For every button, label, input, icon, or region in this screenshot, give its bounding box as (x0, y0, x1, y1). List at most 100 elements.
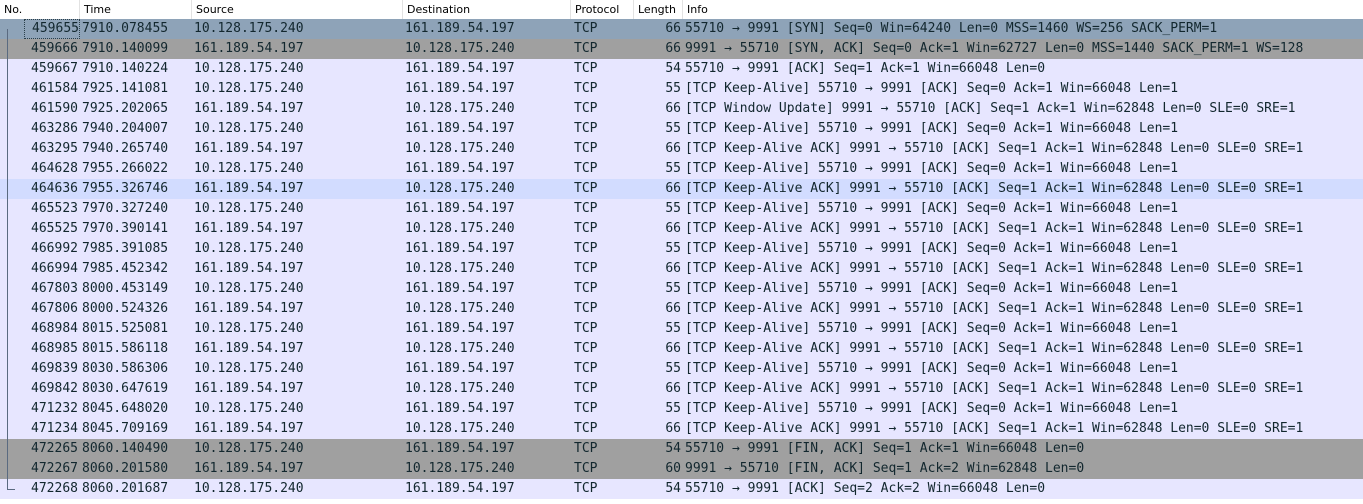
packet-row[interactable]: 466992 7985.391085 10.128.175.240 161.189.5… (0, 239, 1363, 259)
packet-number: 468984 (31, 321, 78, 336)
column-header-no[interactable]: No. (0, 0, 80, 19)
packet-info: 9991 → 55710 [FIN, ACK] Seq=1 Ack=2 Win=… (685, 461, 1085, 476)
packet-info: [TCP Keep-Alive ACK] 9991 → 55710 [ACK] … (685, 221, 1304, 236)
packet-length: 55 (665, 401, 681, 416)
packet-protocol: TCP (574, 401, 598, 416)
packet-row[interactable]: 461584 7925.141081 10.128.175.240 161.189.5… (0, 79, 1363, 99)
packet-row[interactable]: 469842 8030.647619 161.189.54.197 10.128.17… (0, 379, 1363, 399)
packet-info: 55710 → 9991 [ACK] Seq=2 Ack=2 Win=66048… (685, 481, 1046, 496)
packet-source: 161.189.54.197 (194, 141, 304, 156)
packet-row[interactable]: 463295 7940.265740 161.189.54.197 10.128.17… (0, 139, 1363, 159)
packet-number: 472265 (31, 441, 78, 456)
packet-row[interactable]: 471234 8045.709169 161.189.54.197 10.128.17… (0, 419, 1363, 439)
packet-length: 60 (665, 461, 681, 476)
packet-destination: 161.189.54.197 (405, 321, 515, 336)
packet-info: 55710 → 9991 [ACK] Seq=1 Ack=1 Win=66048… (685, 61, 1046, 76)
packet-source: 10.128.175.240 (194, 201, 304, 216)
packet-info: [TCP Keep-Alive ACK] 9991 → 55710 [ACK] … (685, 181, 1304, 196)
packet-destination: 161.189.54.197 (405, 121, 515, 136)
packet-source: 161.189.54.197 (194, 301, 304, 316)
packet-row[interactable]: 468985 8015.586118 161.189.54.197 10.128.17… (0, 339, 1363, 359)
packet-source: 10.128.175.240 (194, 21, 304, 36)
packet-time: 7955.326746 (82, 181, 169, 196)
packet-protocol: TCP (574, 141, 598, 156)
packet-protocol: TCP (574, 441, 598, 456)
packet-number: 461584 (31, 81, 78, 96)
packet-protocol: TCP (574, 181, 598, 196)
packet-source: 10.128.175.240 (194, 241, 304, 256)
packet-source: 10.128.175.240 (194, 401, 304, 416)
packet-row[interactable]: 472267 8060.201580 161.189.54.197 10.128.17… (0, 459, 1363, 479)
column-header-length[interactable]: Length (634, 0, 683, 19)
column-header-destination[interactable]: Destination (403, 0, 571, 19)
packet-number: 468985 (31, 341, 78, 356)
packet-protocol: TCP (574, 161, 598, 176)
packet-source: 10.128.175.240 (194, 121, 304, 136)
packet-time: 7970.327240 (82, 201, 169, 216)
packet-number: 464636 (31, 181, 78, 196)
packet-info: [TCP Keep-Alive ACK] 9991 → 55710 [ACK] … (685, 141, 1304, 156)
packet-protocol: TCP (574, 101, 598, 116)
packet-time: 7955.266022 (82, 161, 169, 176)
packet-number: 465523 (31, 201, 78, 216)
packet-row[interactable]: 471232 8045.648020 10.128.175.240 161.189.5… (0, 399, 1363, 419)
packet-row[interactable]: 465525 7970.390141 161.189.54.197 10.128.17… (0, 219, 1363, 239)
packet-row[interactable]: 466994 7985.452342 161.189.54.197 10.128.17… (0, 259, 1363, 279)
packet-info: [TCP Keep-Alive] 55710 → 9991 [ACK] Seq=… (685, 121, 1179, 136)
packet-destination: 10.128.175.240 (405, 181, 515, 196)
packet-destination: 161.189.54.197 (405, 201, 515, 216)
packet-time: 8045.709169 (82, 421, 169, 436)
packet-number: 467803 (31, 281, 78, 296)
packet-source: 161.189.54.197 (194, 261, 304, 276)
packet-length: 66 (665, 141, 681, 156)
packet-protocol: TCP (574, 81, 598, 96)
packet-destination: 161.189.54.197 (405, 361, 515, 376)
packet-row[interactable]: 461590 7925.202065 161.189.54.197 10.128.17… (0, 99, 1363, 119)
packet-time: 7910.078455 (82, 21, 169, 36)
packet-info: [TCP Keep-Alive] 55710 → 9991 [ACK] Seq=… (685, 401, 1179, 416)
column-header-source[interactable]: Source (192, 0, 403, 19)
packet-info: 9991 → 55710 [SYN, ACK] Seq=0 Ack=1 Win=… (685, 41, 1304, 56)
packet-row[interactable]: 467806 8000.524326 161.189.54.197 10.128.17… (0, 299, 1363, 319)
packet-source: 10.128.175.240 (194, 81, 304, 96)
packet-number: 472267 (31, 461, 78, 476)
packet-protocol: TCP (574, 241, 598, 256)
packet-time: 8015.525081 (82, 321, 169, 336)
packet-row[interactable]: 472265 8060.140490 10.128.175.240 161.189.5… (0, 439, 1363, 459)
packet-number: 466994 (31, 261, 78, 276)
packet-source: 161.189.54.197 (194, 421, 304, 436)
column-header-info[interactable]: Info (683, 0, 1363, 19)
packet-destination: 161.189.54.197 (405, 21, 515, 36)
packet-length: 66 (665, 101, 681, 116)
packet-source: 161.189.54.197 (194, 101, 304, 116)
packet-info: [TCP Keep-Alive] 55710 → 9991 [ACK] Seq=… (685, 161, 1179, 176)
packet-time: 8030.647619 (82, 381, 169, 396)
packet-number: 463286 (31, 121, 78, 136)
packet-row[interactable]: 464628 7955.266022 10.128.175.240 161.189.5… (0, 159, 1363, 179)
packet-source: 10.128.175.240 (194, 281, 304, 296)
packet-number: 469842 (31, 381, 78, 396)
packet-row[interactable]: 459667 7910.140224 10.128.175.240 161.189.5… (0, 59, 1363, 79)
packet-row[interactable]: 472268 8060.201687 10.128.175.240 161.189.5… (0, 479, 1363, 499)
packet-row[interactable]: 463286 7940.204007 10.128.175.240 161.189.5… (0, 119, 1363, 139)
packet-row[interactable]: 468984 8015.525081 10.128.175.240 161.189.5… (0, 319, 1363, 339)
packet-row[interactable]: 467803 8000.453149 10.128.175.240 161.189.5… (0, 279, 1363, 299)
packet-protocol: TCP (574, 221, 598, 236)
packet-protocol: TCP (574, 201, 598, 216)
packet-length: 55 (665, 281, 681, 296)
column-header-time[interactable]: Time (80, 0, 192, 19)
packet-time: 7970.390141 (82, 221, 169, 236)
packet-row[interactable]: 465523 7970.327240 10.128.175.240 161.189.5… (0, 199, 1363, 219)
packet-destination: 161.189.54.197 (405, 441, 515, 456)
packet-time: 8060.201687 (82, 481, 169, 496)
packet-destination: 10.128.175.240 (405, 101, 515, 116)
column-header-protocol[interactable]: Protocol (571, 0, 634, 19)
packet-row[interactable]: 459666 7910.140099 161.189.54.197 10.128.17… (0, 39, 1363, 59)
packet-source: 10.128.175.240 (194, 61, 304, 76)
packet-row[interactable]: 464636 7955.326746 161.189.54.197 10.128.17… (0, 179, 1363, 199)
packet-time: 8015.586118 (82, 341, 169, 356)
packet-protocol: TCP (574, 481, 598, 496)
packet-protocol: TCP (574, 21, 598, 36)
packet-row[interactable]: 459655 7910.078455 10.128.175.240 161.189.5… (0, 19, 1363, 39)
packet-row[interactable]: 469839 8030.586306 10.128.175.240 161.189.5… (0, 359, 1363, 379)
